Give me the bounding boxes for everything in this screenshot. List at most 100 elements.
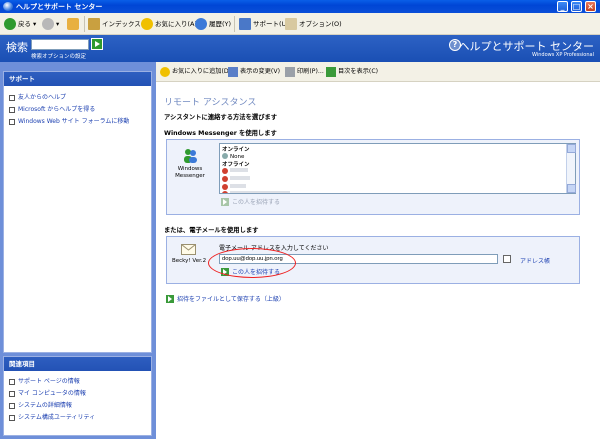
options-checklist-icon (285, 18, 297, 30)
toolbar-separator (234, 16, 235, 32)
sidebar-item-support-page-info[interactable]: サポート ページの情報 (4, 376, 151, 388)
favorites-button[interactable]: お気に入り(A) (141, 16, 197, 32)
sidebar-item-my-computer-info[interactable]: マイ コンピュータの情報 (4, 388, 151, 400)
toolbar-separator (84, 16, 85, 32)
search-options-link[interactable]: 検索オプションの設定 (31, 52, 86, 60)
obscured-contact (230, 168, 248, 172)
sidebar-item-microsoft-help[interactable]: Microsoft からヘルプを得る (4, 104, 151, 116)
window-title: ヘルプとサポート センター (16, 3, 103, 11)
show-toc-arrow-icon (326, 67, 336, 77)
sidebar-item-friend-help[interactable]: 友人からのヘルプ (4, 92, 151, 104)
change-view-button[interactable]: 表示の変更(V) (228, 65, 280, 79)
support-button[interactable]: サポート(U) (239, 16, 289, 32)
list-item[interactable] (222, 176, 250, 183)
scroll-down-arrow-icon[interactable] (567, 184, 576, 193)
buddy-offline-icon (222, 176, 228, 182)
print-label: 印刷(P)... (297, 68, 324, 75)
page-title: リモート アシスタンス (164, 98, 257, 108)
close-button[interactable]: × (585, 1, 596, 12)
print-button[interactable]: 印刷(P)... (285, 65, 324, 79)
brand-subtitle: Windows XP Professional (532, 52, 594, 58)
chevron-down-icon[interactable]: ▾ (56, 16, 59, 32)
history-button[interactable]: 履歴(Y) (195, 16, 231, 32)
contact-list[interactable]: オンライン None オフライン (219, 143, 576, 194)
envelope-icon (181, 244, 196, 255)
sidebar-item-web-forum[interactable]: Windows Web サイト フォーラムに移動 (4, 116, 151, 128)
invite-messenger-label: この人を招待する (232, 199, 281, 206)
sidebar-item-system-details[interactable]: システムの詳細情報 (4, 400, 151, 412)
minimize-button[interactable]: _ (557, 1, 568, 12)
contact-list-scrollbar[interactable] (566, 144, 576, 193)
title-bar: ヘルプとサポート センター _ □ × (0, 0, 600, 13)
favorites-label: お気に入り(A) (155, 20, 198, 28)
history-label: 履歴(Y) (209, 20, 232, 28)
obscured-contact (230, 176, 250, 180)
address-book-icon[interactable] (503, 255, 511, 263)
bullet-icon (9, 107, 15, 113)
related-panel-title: 関連項目 (4, 357, 151, 371)
sidebar-item-label: 友人からのヘルプ (18, 94, 67, 101)
bullet-icon (9, 119, 15, 125)
back-button[interactable]: 戻る ▾ (4, 16, 36, 32)
list-item[interactable] (222, 184, 246, 191)
show-index-button[interactable]: 目次を表示(C) (326, 65, 378, 79)
scroll-up-arrow-icon[interactable] (567, 144, 576, 153)
support-icon (239, 18, 251, 30)
view-icon (228, 67, 238, 77)
buddy-icon (222, 153, 228, 159)
chevron-down-icon[interactable]: ▾ (33, 16, 36, 32)
history-clock-icon (195, 18, 207, 30)
messenger-label-line2: Messenger (175, 173, 205, 179)
list-item[interactable] (222, 168, 248, 175)
email-client-name: Becky! Ver.2 (172, 258, 207, 264)
sidebar-item-label: Windows Web サイト フォーラムに移動 (18, 118, 130, 125)
maximize-button[interactable]: □ (571, 1, 582, 12)
sidebar-item-label: サポート ページの情報 (18, 378, 80, 385)
star-plus-icon (160, 67, 170, 77)
sidebar-item-label: マイ コンピュータの情報 (18, 390, 86, 397)
messenger-buddies-icon (184, 149, 197, 163)
sidebar-item-system-config[interactable]: システム構成ユーティリティ (4, 412, 151, 424)
sidebar-item-label: システムの詳細情報 (18, 402, 72, 409)
buddy-offline-icon (222, 191, 228, 193)
bullet-icon (9, 415, 15, 421)
back-label: 戻る (18, 20, 31, 28)
search-label: 検索 (6, 41, 28, 54)
offline-group: オフライン (222, 162, 250, 168)
home-icon (67, 18, 79, 30)
related-panel: 関連項目 サポート ページの情報 マイ コンピュータの情報 システムの詳細情報 … (3, 356, 152, 436)
messenger-label-line1: Windows (177, 166, 203, 172)
bullet-icon (9, 403, 15, 409)
options-button[interactable]: オプション(O) (285, 16, 342, 32)
obscured-contact (230, 191, 290, 193)
save-invitation-link[interactable]: 招待をファイルとして保存する（上級） (166, 294, 285, 303)
search-input[interactable] (31, 39, 89, 50)
bullet-icon (9, 391, 15, 397)
forward-button[interactable]: ▾ (42, 16, 59, 32)
obscured-contact (230, 184, 246, 188)
address-book-link[interactable]: アドレス帳 (520, 256, 550, 265)
star-icon (141, 18, 153, 30)
go-arrow-icon (221, 197, 229, 206)
annotation-circle (208, 248, 296, 278)
save-invitation-label: 招待をファイルとして保存する（上級） (177, 296, 285, 303)
email-heading: または、電子メールを使用します (164, 227, 259, 234)
choose-method-heading: アシスタントに連絡する方法を選びます (164, 114, 278, 121)
add-favorites-button[interactable]: お気に入りに追加(D) (160, 65, 231, 79)
left-sidebar: サポート 友人からのヘルプ Microsoft からヘルプを得る Windows… (0, 62, 156, 439)
home-button[interactable] (67, 16, 81, 32)
invite-messenger-link[interactable]: この人を招待する (221, 197, 280, 206)
show-index-label: 目次を表示(C) (338, 68, 379, 75)
buddy-offline-icon (222, 168, 228, 174)
add-favorites-label: お気に入りに追加(D) (172, 68, 232, 75)
change-view-label: 表示の変更(V) (240, 68, 280, 75)
list-item[interactable] (222, 191, 290, 193)
search-go-button[interactable] (91, 38, 103, 50)
help-center-app-icon (3, 2, 13, 11)
header-band: 検索 検索オプションの設定 ? ヘルプとサポート センター Windows XP… (0, 35, 600, 62)
bullet-icon (9, 379, 15, 385)
support-panel-title: サポート (4, 72, 151, 86)
main-toolbar: 戻る ▾ ▾ インデックス(N) お気に入り(A) 履歴(Y) サポート(U) … (0, 13, 600, 35)
go-arrow-icon (166, 294, 174, 303)
list-item[interactable]: None (222, 153, 244, 160)
